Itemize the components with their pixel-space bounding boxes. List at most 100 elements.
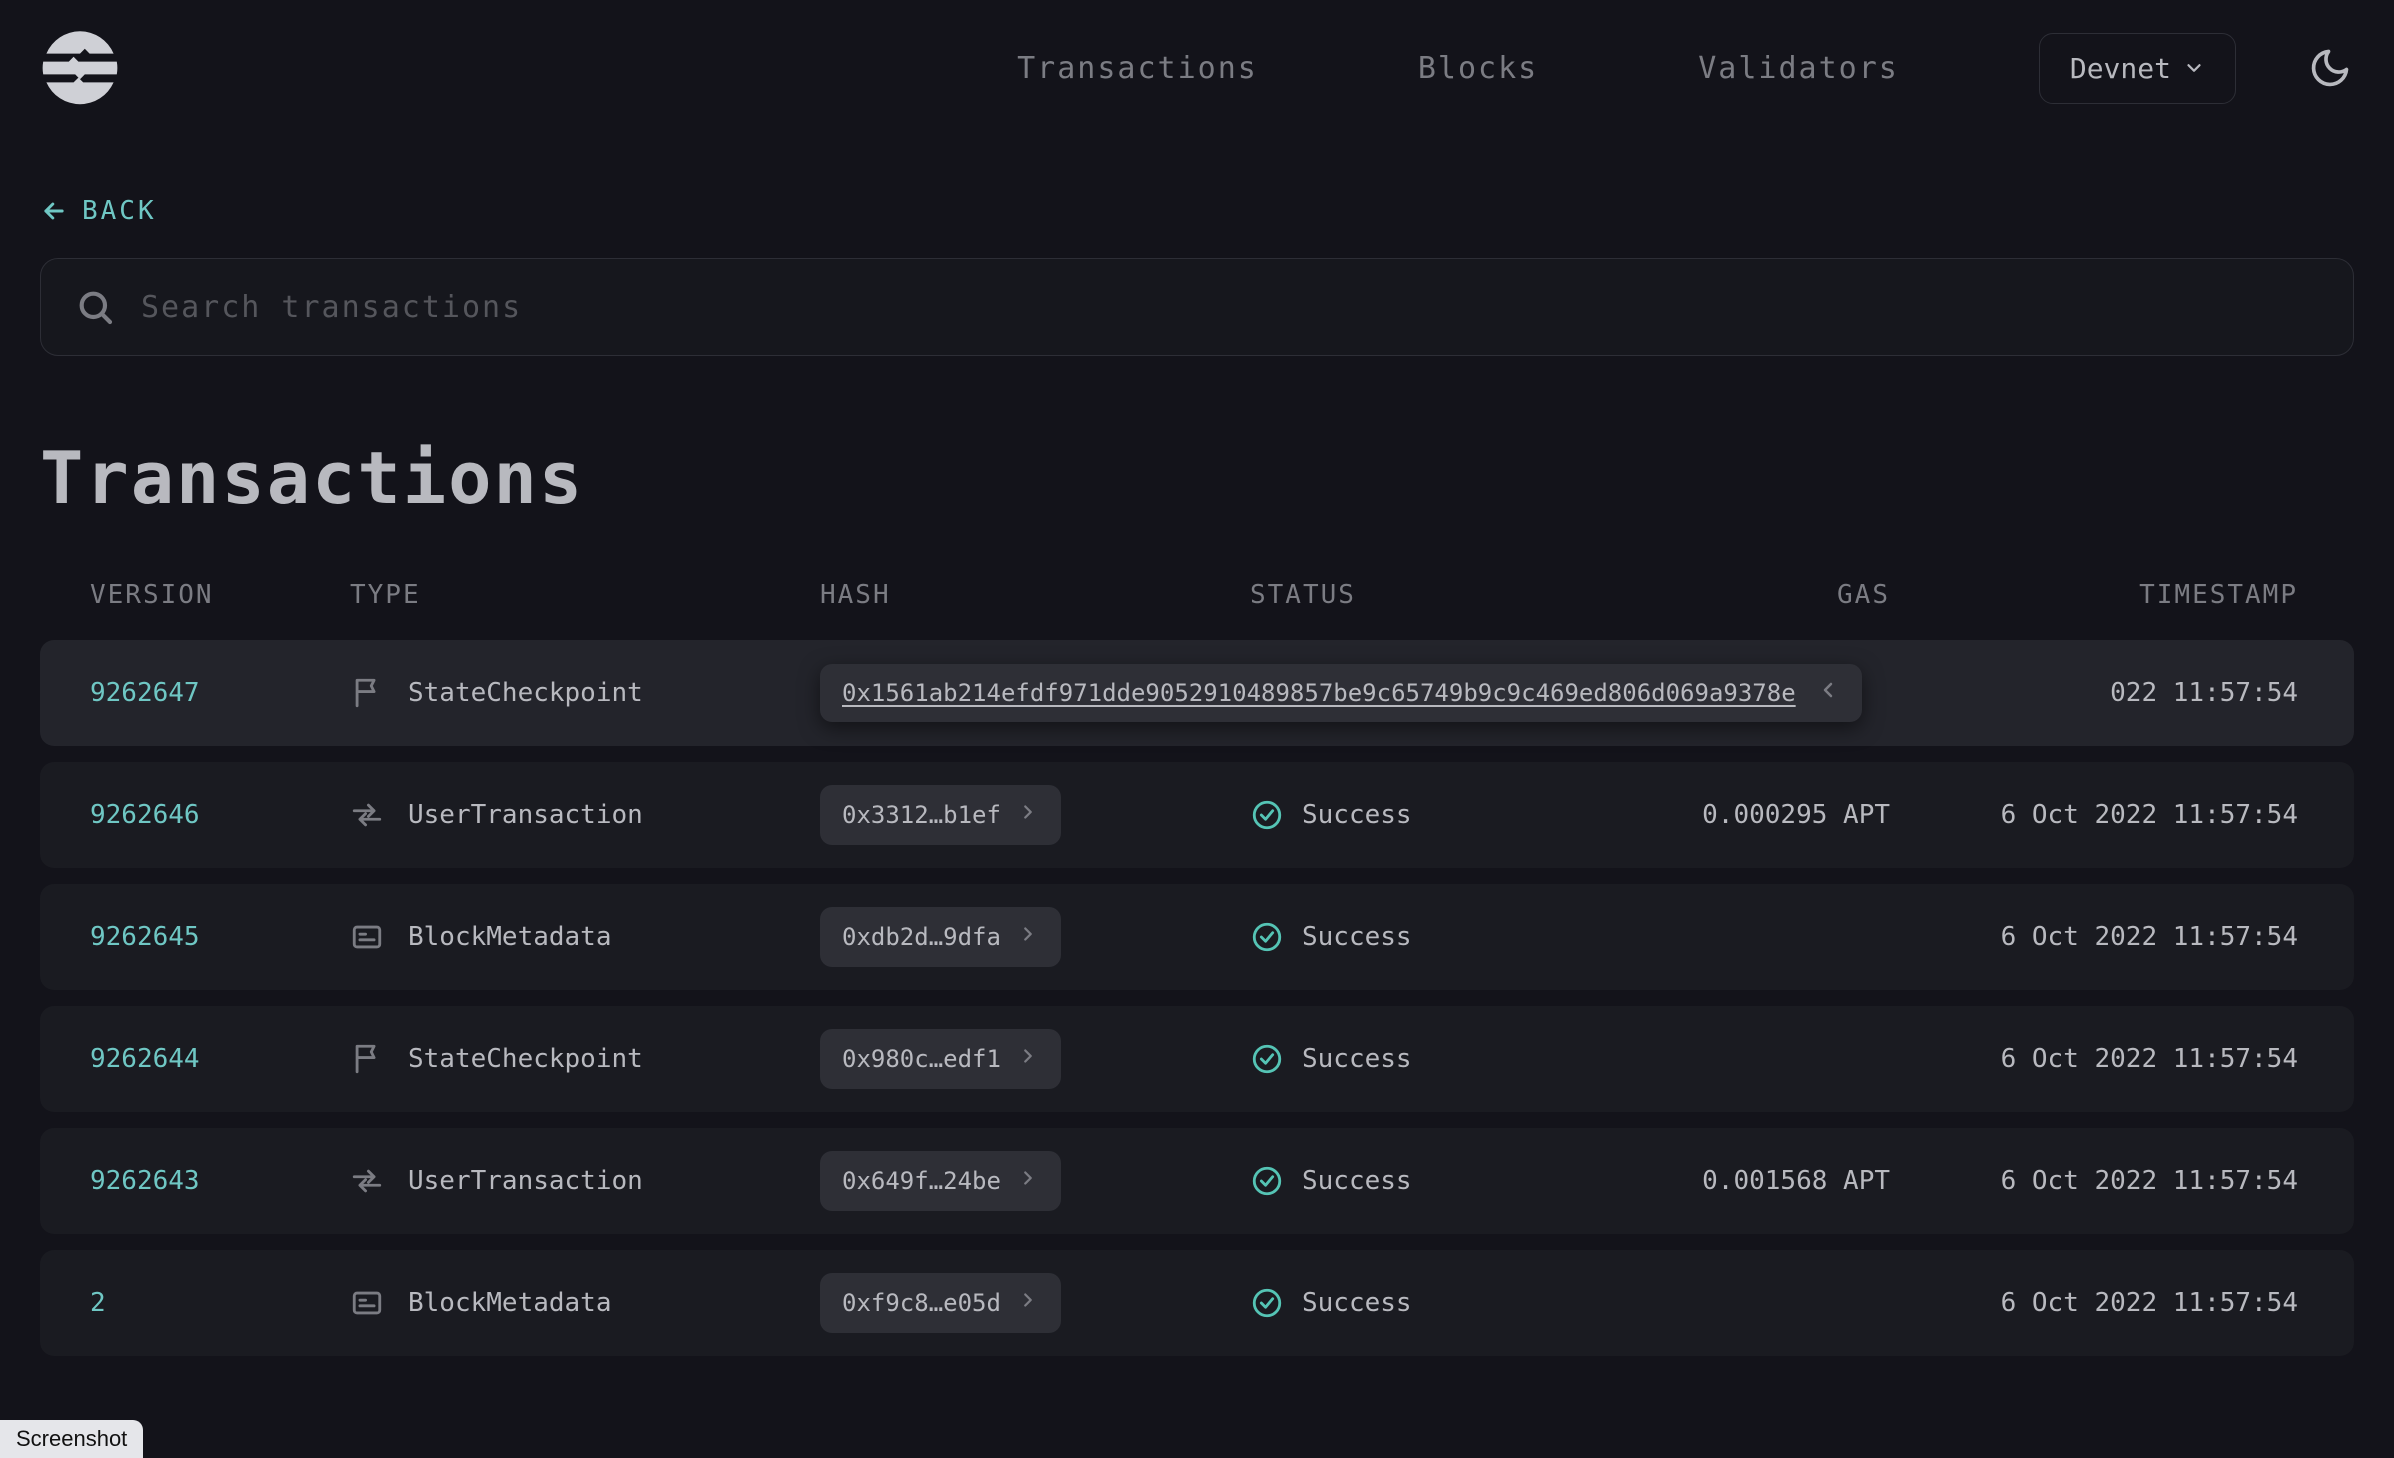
main-nav: Transactions Blocks Validators xyxy=(1017,51,1899,86)
table-row[interactable]: 9262645 BlockMetadata 0xdb2d…9dfa Success 6 … xyxy=(40,884,2354,990)
th-status: STATUS xyxy=(1250,580,1610,610)
flag-icon xyxy=(350,676,384,710)
type-label: BlockMetadata xyxy=(408,922,612,952)
hash-short: 0x3312…b1ef xyxy=(842,801,1001,829)
type-cell: BlockMetadata xyxy=(350,1286,820,1320)
hash-short: 0x649f…24be xyxy=(842,1167,1001,1195)
hash-chip[interactable]: 0x649f…24be xyxy=(820,1151,1061,1211)
timestamp-cell: 6 Oct 2022 11:57:54 xyxy=(1950,800,2344,830)
status-label: Success xyxy=(1302,922,1412,952)
type-cell: BlockMetadata xyxy=(350,920,820,954)
hash-cell: 0x980c…edf1 xyxy=(820,1029,1250,1089)
hash-short: 0xdb2d…9dfa xyxy=(842,923,1001,951)
check-circle-icon xyxy=(1250,798,1284,832)
version-link[interactable]: 2 xyxy=(90,1288,350,1318)
network-label: Devnet xyxy=(2070,52,2171,85)
arrow-left-icon xyxy=(40,197,68,225)
transactions-table: VERSION TYPE HASH STATUS GAS TIMESTAMP 9… xyxy=(40,560,2354,1356)
type-label: UserTransaction xyxy=(408,1166,643,1196)
hash-chip[interactable]: 0xdb2d…9dfa xyxy=(820,907,1061,967)
timestamp-cell: 6 Oct 2022 11:57:54 xyxy=(1950,1288,2344,1318)
type-cell: StateCheckpoint xyxy=(350,676,820,710)
check-circle-icon xyxy=(1250,1164,1284,1198)
timestamp-cell: 6 Oct 2022 11:57:54 xyxy=(1950,1166,2344,1196)
status-cell: Success xyxy=(1250,1164,1610,1198)
th-version: VERSION xyxy=(90,580,350,610)
network-select[interactable]: Devnet xyxy=(2039,33,2236,104)
hash-short: 0xf9c8…e05d xyxy=(842,1289,1001,1317)
hash-cell: 0x649f…24be xyxy=(820,1151,1250,1211)
th-type: TYPE xyxy=(350,580,820,610)
back-label: BACK xyxy=(82,196,157,226)
chevron-right-icon xyxy=(1017,801,1039,823)
moon-icon xyxy=(2308,46,2352,90)
timestamp-cell: 6 Oct 2022 11:57:54 xyxy=(1950,922,2344,952)
version-link[interactable]: 9262646 xyxy=(90,800,350,830)
table-row[interactable]: 9262644 StateCheckpoint 0x980c…edf1 Success… xyxy=(40,1006,2354,1112)
search-icon xyxy=(75,287,115,327)
th-hash: HASH xyxy=(820,580,1250,610)
type-cell: UserTransaction xyxy=(350,798,820,832)
version-link[interactable]: 9262645 xyxy=(90,922,350,952)
meta-icon xyxy=(350,1286,384,1320)
transfer-icon xyxy=(350,1164,384,1198)
hash-chip[interactable]: 0xf9c8…e05d xyxy=(820,1273,1061,1333)
table-row[interactable]: 9262646 UserTransaction 0x3312…b1ef Success… xyxy=(40,762,2354,868)
gas-cell: 0.001568 APT xyxy=(1610,1166,1950,1196)
transfer-icon xyxy=(350,798,384,832)
search-input[interactable] xyxy=(139,289,2319,326)
back-button[interactable]: BACK xyxy=(0,196,2394,226)
table-header: VERSION TYPE HASH STATUS GAS TIMESTAMP xyxy=(40,560,2354,640)
status-cell: Success xyxy=(1250,1042,1610,1076)
search-bar[interactable] xyxy=(40,258,2354,356)
nav-transactions[interactable]: Transactions xyxy=(1017,51,1258,86)
version-link[interactable]: 9262647 xyxy=(90,678,350,708)
hash-cell: 0x3312…b1ef xyxy=(820,785,1250,845)
screenshot-button[interactable]: Screenshot xyxy=(0,1420,143,1458)
type-label: StateCheckpoint xyxy=(408,1044,643,1074)
chevron-down-icon xyxy=(2183,57,2205,79)
table-row[interactable]: 9262643 UserTransaction 0x649f…24be Success… xyxy=(40,1128,2354,1234)
aptos-logo-icon xyxy=(40,28,120,108)
status-label: Success xyxy=(1302,1166,1412,1196)
version-link[interactable]: 9262644 xyxy=(90,1044,350,1074)
chevron-right-icon xyxy=(1017,1045,1039,1067)
nav-validators[interactable]: Validators xyxy=(1698,51,1899,86)
chevron-right-icon xyxy=(1017,923,1039,945)
type-cell: StateCheckpoint xyxy=(350,1042,820,1076)
type-label: BlockMetadata xyxy=(408,1288,612,1318)
hash-full[interactable]: 0x1561ab214efdf971dde9052910489857be9c65… xyxy=(842,679,1796,707)
status-cell: Success xyxy=(1250,920,1610,954)
type-cell: UserTransaction xyxy=(350,1164,820,1198)
check-circle-icon xyxy=(1250,1286,1284,1320)
th-gas: GAS xyxy=(1610,580,1950,610)
timestamp-cell: 022 11:57:54 xyxy=(1950,678,2344,708)
status-label: Success xyxy=(1302,1288,1412,1318)
hash-chip[interactable]: 0x980c…edf1 xyxy=(820,1029,1061,1089)
version-link[interactable]: 9262643 xyxy=(90,1166,350,1196)
table-row[interactable]: 9262647 StateCheckpoint 0x1561ab214efdf971… xyxy=(40,640,2354,746)
hash-cell: 0xf9c8…e05d xyxy=(820,1273,1250,1333)
nav-blocks[interactable]: Blocks xyxy=(1418,51,1538,86)
timestamp-cell: 6 Oct 2022 11:57:54 xyxy=(1950,1044,2344,1074)
type-label: UserTransaction xyxy=(408,800,643,830)
check-circle-icon xyxy=(1250,920,1284,954)
status-cell: Success xyxy=(1250,1286,1610,1320)
chevron-left-icon xyxy=(1816,678,1840,702)
logo[interactable] xyxy=(40,28,120,108)
meta-icon xyxy=(350,920,384,954)
status-label: Success xyxy=(1302,800,1412,830)
status-label: Success xyxy=(1302,1044,1412,1074)
header: Transactions Blocks Validators Devnet xyxy=(0,0,2394,136)
table-row[interactable]: 2 BlockMetadata 0xf9c8…e05d Success 6 Oct 20… xyxy=(40,1250,2354,1356)
page-title: Transactions xyxy=(40,436,2354,520)
chevron-right-icon xyxy=(1017,1167,1039,1189)
hash-chip[interactable]: 0x3312…b1ef xyxy=(820,785,1061,845)
hash-tooltip[interactable]: 0x1561ab214efdf971dde9052910489857be9c65… xyxy=(820,664,1862,722)
hash-short: 0x980c…edf1 xyxy=(842,1045,1001,1073)
check-circle-icon xyxy=(1250,1042,1284,1076)
th-timestamp: TIMESTAMP xyxy=(1950,580,2344,610)
theme-toggle[interactable] xyxy=(2306,44,2354,92)
flag-icon xyxy=(350,1042,384,1076)
type-label: StateCheckpoint xyxy=(408,678,643,708)
